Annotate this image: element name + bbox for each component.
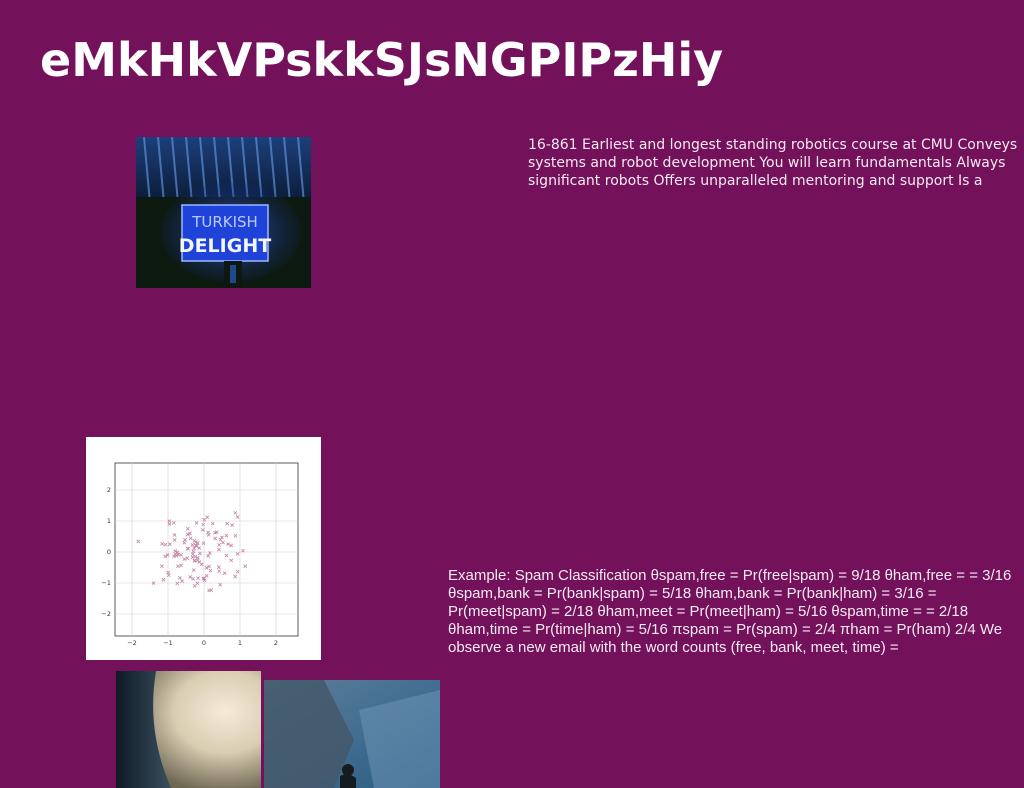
neon-sign-line2: DELIGHT (179, 235, 271, 257)
neon-sign-photo: TURKISH DELIGHT (136, 137, 311, 288)
page-title: eMkHkVPskkSJsNGPIPzHiy (40, 33, 724, 87)
y-tick-label: −2 (101, 610, 111, 618)
x-tick-label: 2 (274, 639, 278, 647)
neon-sign-line1: TURKISH (191, 213, 258, 231)
y-tick-label: −1 (101, 579, 111, 587)
robotics-course-text: 16-861 Earliest and longest standing rob… (528, 137, 1018, 189)
x-tick-label: 0 (202, 639, 206, 647)
mountain-photo (264, 680, 440, 788)
y-tick-label: 0 (107, 548, 111, 556)
x-tick-label: −1 (163, 639, 173, 647)
x-tick-label: 1 (238, 639, 242, 647)
blurred-light-photo (116, 671, 261, 788)
spam-classification-text: Example: Spam Classification θspam,free … (448, 567, 1012, 656)
y-tick-label: 1 (107, 517, 111, 525)
scatter-plot-image: −2 −1 0 1 2 2 1 0 −1 −2 (86, 437, 321, 660)
x-tick-label: −2 (127, 639, 137, 647)
y-tick-label: 2 (107, 486, 111, 494)
